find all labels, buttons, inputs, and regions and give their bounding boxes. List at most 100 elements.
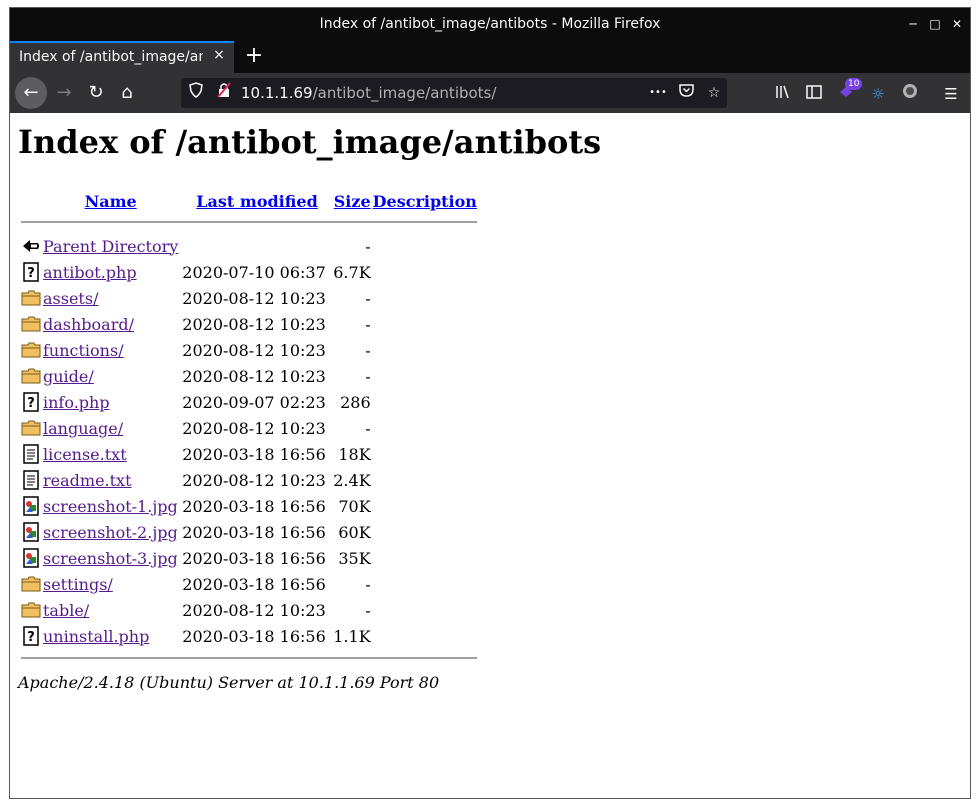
last-modified-cell: 2020-08-12 10:23 <box>182 366 326 386</box>
table-row: screenshot-2.jpg 2020-03-18 16:56 60K <box>21 519 477 545</box>
file-link[interactable]: info.php <box>43 393 110 412</box>
directory-listing: Name Last modified Size Description Pare… <box>19 183 479 667</box>
library-icon[interactable] <box>772 83 794 105</box>
maximize-icon[interactable]: □ <box>925 14 945 34</box>
last-modified-cell: 2020-03-18 16:56 <box>182 574 326 594</box>
table-row: ? uninstall.php 2020-03-18 16:56 1.1K <box>21 623 477 649</box>
description-cell <box>373 285 477 311</box>
minimize-icon[interactable]: ─ <box>903 14 923 34</box>
shield-icon[interactable] <box>185 82 207 104</box>
reload-button[interactable]: ↻ <box>80 77 112 109</box>
back-button[interactable]: ← <box>15 77 47 109</box>
close-window-icon[interactable]: ✕ <box>947 14 967 34</box>
new-tab-button[interactable]: + <box>242 44 266 68</box>
last-modified-cell: 2020-03-18 16:56 <box>182 522 326 542</box>
last-modified-cell: 2020-08-12 10:23 <box>182 470 326 490</box>
sort-by-description-link[interactable]: Description <box>373 192 477 211</box>
description-cell <box>373 493 477 519</box>
last-modified-cell: 2020-09-07 02:23 <box>182 392 326 412</box>
account-icon[interactable] <box>899 83 921 105</box>
footer-divider <box>21 657 477 659</box>
header-divider <box>21 221 477 223</box>
description-cell <box>373 519 477 545</box>
folder-icon <box>21 597 41 623</box>
description-cell <box>373 571 477 597</box>
last-modified-column-header: Last modified <box>180 183 325 211</box>
file-link[interactable]: screenshot-1.jpg <box>43 497 178 516</box>
url-bar[interactable]: 10.1.1.69/antibot_image/antibots/ ••• ☆ <box>181 78 727 108</box>
table-row: guide/2020-08-12 10:23 - <box>21 363 477 389</box>
file-link[interactable]: license.txt <box>43 445 127 464</box>
description-cell <box>373 233 477 259</box>
table-row: functions/2020-08-12 10:23 - <box>21 337 477 363</box>
home-button[interactable]: ⌂ <box>111 77 143 109</box>
file-link[interactable]: table/ <box>43 601 89 620</box>
file-link[interactable]: settings/ <box>43 575 113 594</box>
close-tab-icon[interactable]: × <box>210 47 228 63</box>
table-row: settings/2020-03-18 16:56 - <box>21 571 477 597</box>
tab-label: Index of /antibot_image/antibots <box>19 49 203 65</box>
sort-by-modified-link[interactable]: Last modified <box>196 192 317 211</box>
file-link[interactable]: assets/ <box>43 289 98 308</box>
navigation-toolbar: ← → ↻ ⌂ 10.1.1.69/antibot_image/antibots… <box>10 73 970 113</box>
page-actions-icon[interactable]: ••• <box>647 82 669 104</box>
unknown-file-icon: ? <box>21 389 41 415</box>
description-cell <box>373 545 477 571</box>
file-link[interactable]: Parent Directory <box>43 237 178 256</box>
url-host: 10.1.1.69 <box>241 84 313 102</box>
file-link[interactable]: readme.txt <box>43 471 132 490</box>
last-modified-cell: 2020-03-18 16:56 <box>182 548 326 568</box>
file-link[interactable]: guide/ <box>43 367 94 386</box>
file-link[interactable]: screenshot-2.jpg <box>43 523 178 542</box>
sort-by-size-link[interactable]: Size <box>334 192 371 211</box>
folder-icon <box>21 571 41 597</box>
page-content: Index of /antibot_image/antibots Name La… <box>10 113 970 798</box>
size-cell: 60K <box>338 522 371 542</box>
insecure-lock-icon[interactable] <box>213 82 235 104</box>
description-cell <box>373 623 477 649</box>
description-cell <box>373 337 477 363</box>
file-link[interactable]: screenshot-3.jpg <box>43 549 178 568</box>
file-link[interactable]: antibot.php <box>43 263 137 282</box>
window-title: Index of /antibot_image/antibots - Mozil… <box>319 16 661 32</box>
description-cell <box>373 311 477 337</box>
bookmark-star-icon[interactable]: ☆ <box>703 82 725 104</box>
description-cell <box>373 363 477 389</box>
folder-icon <box>21 415 41 441</box>
image-file-icon <box>21 545 41 571</box>
svg-text:?: ? <box>27 630 35 645</box>
size-cell: 35K <box>338 548 371 568</box>
table-row: ? antibot.php 2020-07-10 06:37 6.7K <box>21 259 477 285</box>
table-row: screenshot-3.jpg 2020-03-18 16:56 35K <box>21 545 477 571</box>
description-cell <box>373 389 477 415</box>
description-cell <box>373 467 477 493</box>
file-link[interactable]: uninstall.php <box>43 627 149 646</box>
file-link[interactable]: language/ <box>43 419 123 438</box>
pocket-icon[interactable] <box>675 82 697 104</box>
folder-icon <box>21 285 41 311</box>
image-file-icon <box>21 493 41 519</box>
size-cell: - <box>365 366 371 386</box>
translate-icon[interactable]: ☼ <box>867 83 889 105</box>
unknown-file-icon: ? <box>21 623 41 649</box>
forward-button[interactable]: → <box>48 77 80 109</box>
size-cell: - <box>365 236 371 256</box>
size-cell: 2.4K <box>333 470 371 490</box>
file-link[interactable]: dashboard/ <box>43 315 134 334</box>
sort-by-name-link[interactable]: Name <box>85 192 137 211</box>
sidebar-icon[interactable] <box>803 83 825 105</box>
menu-icon[interactable]: ☰ <box>940 83 962 105</box>
table-row: readme.txt 2020-08-12 10:23 2.4K <box>21 467 477 493</box>
size-cell: - <box>365 574 371 594</box>
last-modified-cell: 2020-03-18 16:56 <box>182 444 326 464</box>
last-modified-cell: 2020-08-12 10:23 <box>182 340 326 360</box>
file-link[interactable]: functions/ <box>43 341 124 360</box>
svg-text:?: ? <box>27 396 35 411</box>
table-row: dashboard/2020-08-12 10:23 - <box>21 311 477 337</box>
last-modified-cell: 2020-03-18 16:56 <box>182 626 326 646</box>
title-bar: Index of /antibot_image/antibots - Mozil… <box>10 8 970 41</box>
name-column-header: Name <box>43 183 178 211</box>
tab-current[interactable]: Index of /antibot_image/antibots × <box>10 41 234 73</box>
text-file-icon <box>21 441 41 467</box>
url-text[interactable]: 10.1.1.69/antibot_image/antibots/ <box>241 84 496 102</box>
